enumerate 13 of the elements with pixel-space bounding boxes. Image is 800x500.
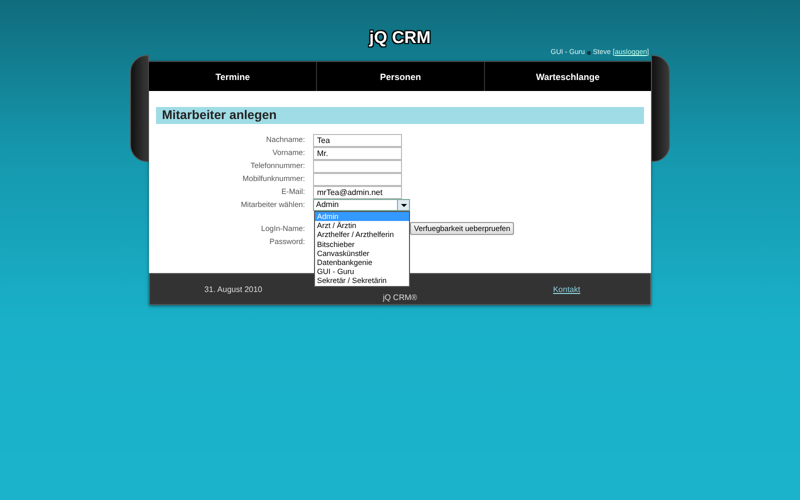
separator-dot-icon — [586, 50, 591, 54]
input-field[interactable] — [313, 160, 402, 173]
contact-link[interactable]: Kontakt — [553, 284, 580, 294]
footer-brand: jQ CRM® — [382, 292, 418, 302]
input-field[interactable]: mrTea@admin.net — [313, 186, 402, 199]
input-field[interactable]: Mr. — [313, 147, 402, 160]
role-select[interactable]: Admin — [313, 199, 410, 211]
section-heading: Mitarbeiter anlegen — [156, 107, 644, 124]
input-field[interactable]: Tea — [313, 134, 402, 147]
input-field[interactable] — [313, 173, 402, 186]
site-title: jQ CRM — [369, 28, 431, 48]
footer-date: 31. August 2010 — [203, 284, 264, 294]
nav-tab[interactable]: Termine — [149, 62, 316, 91]
